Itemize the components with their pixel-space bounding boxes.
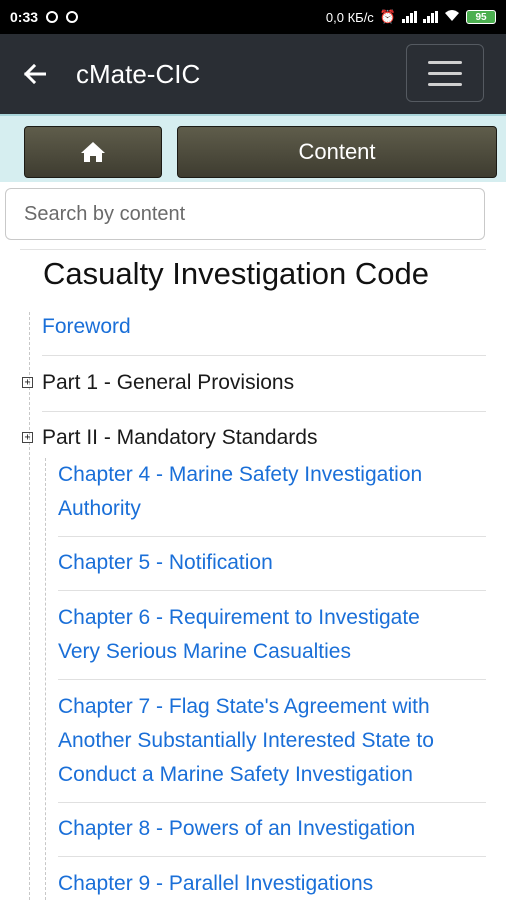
battery-level: 95: [475, 11, 487, 23]
list-item-chapter-7[interactable]: Chapter 7 - Flag State's Agreement with …: [58, 690, 486, 803]
wifi-icon: [444, 9, 460, 25]
network-speed: 0,0 КБ/с: [325, 9, 374, 25]
list-item-label: Part II - Mandatory Standards: [42, 426, 318, 449]
list-item-chapter-8[interactable]: Chapter 8 - Powers of an Investigation: [58, 812, 486, 857]
list-item-label: Very Serious Marine Casualties: [58, 640, 351, 663]
alarm-off-icon: ⏰: [379, 9, 396, 24]
tab-strip: Content: [0, 114, 506, 182]
tree-guide-line: [45, 458, 47, 900]
back-button[interactable]: [18, 57, 52, 91]
list-item-label: Chapter 8 - Powers of an Investigation: [58, 817, 416, 840]
status-time: 0:33: [10, 9, 39, 25]
status-bar: 0:33 0,0 КБ/с ⏰ 95: [0, 0, 506, 34]
list-item-label: Chapter 7 - Flag State's Agreement with: [58, 695, 430, 718]
search-input[interactable]: [5, 188, 485, 240]
arrow-left-icon: [24, 64, 46, 84]
list-item-label: Chapter 6 - Requirement to Investigate: [58, 606, 420, 629]
list-item-part-2[interactable]: Part II - Mandatory Standards: [42, 421, 486, 461]
divider: [20, 249, 486, 250]
tree-guide-line: [29, 312, 31, 900]
menu-button[interactable]: [406, 44, 484, 102]
list-item-chapter-5[interactable]: Chapter 5 - Notification: [58, 546, 486, 591]
list-item-label: Chapter 9 - Parallel Investigations: [58, 872, 374, 895]
battery-icon: 95: [466, 10, 496, 24]
signal-icon: [423, 11, 438, 23]
hamburger-line: [428, 82, 462, 86]
list-item-label: Part 1 - General Provisions: [42, 371, 295, 394]
expand-icon[interactable]: +: [22, 377, 33, 388]
page-title: Casualty Investigation Code: [43, 256, 430, 291]
list-item-label: Another Substantially Interested State t…: [58, 729, 434, 752]
app-bar: cMate-CIC: [0, 34, 506, 114]
notification-ring-icon: [66, 11, 79, 23]
home-button[interactable]: [24, 126, 162, 178]
list-item-label: Foreword: [42, 315, 131, 338]
list-item-part-1[interactable]: Part 1 - General Provisions: [42, 366, 486, 412]
list-item-label: Conduct a Marine Safety Investigation: [58, 763, 413, 786]
content-tab-button[interactable]: Content: [177, 126, 497, 178]
notification-ring-icon: [46, 11, 59, 23]
expand-icon[interactable]: +: [22, 432, 33, 443]
list-item-foreword[interactable]: Foreword: [42, 310, 486, 356]
hamburger-line: [428, 71, 462, 75]
signal-icon: [402, 11, 417, 23]
list-item-chapter-6[interactable]: Chapter 6 - Requirement to Investigate V…: [58, 601, 486, 680]
list-item-label: Authority: [58, 497, 141, 520]
hamburger-line: [428, 60, 462, 64]
list-item-label: Chapter 5 - Notification: [58, 551, 273, 574]
list-item-chapter-9[interactable]: Chapter 9 - Parallel Investigations: [58, 867, 486, 900]
list-item-label: Chapter 4 - Marine Safety Investigation: [58, 463, 423, 486]
app-title: cMate-CIC: [76, 58, 201, 89]
home-icon: [81, 142, 105, 162]
list-item-chapter-4[interactable]: Chapter 4 - Marine Safety Investigation …: [58, 458, 486, 537]
